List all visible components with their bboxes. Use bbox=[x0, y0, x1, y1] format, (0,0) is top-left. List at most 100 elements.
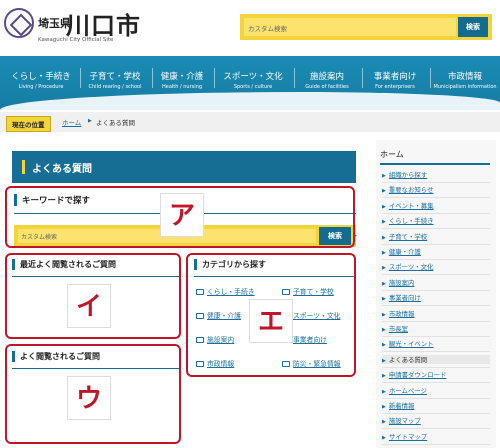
nav-item-label: 事業者向け bbox=[373, 72, 417, 82]
nav-item-living[interactable]: くらし・手続き Living / Procedure bbox=[6, 70, 76, 90]
sidebar-item[interactable]: ▶ サイトマップ bbox=[382, 432, 427, 441]
breadcrumb-label: 現在の位置 bbox=[6, 116, 51, 132]
sidebar-divider bbox=[382, 382, 490, 384]
annotation-label-a: ア bbox=[160, 193, 204, 237]
breadcrumb-home-link[interactable]: ホーム bbox=[62, 117, 81, 127]
city-emblem-icon[interactable] bbox=[4, 8, 34, 38]
sidebar-item-label: 施設案内 bbox=[388, 278, 415, 287]
sidebar-item[interactable]: ▶ 組織から探す bbox=[382, 170, 427, 179]
chevron-right-icon: ▶ bbox=[382, 342, 386, 349]
nav-item-sublabel: Guide of facilities bbox=[305, 84, 349, 90]
chevron-right-icon: ▶ bbox=[382, 265, 386, 272]
nav-item-municipal[interactable]: 市政情報 Municipalism information bbox=[432, 70, 498, 90]
sidebar-item[interactable]: ▶ 申請書ダウンロード bbox=[382, 370, 446, 379]
sidebar-item-label: 組織から探す bbox=[388, 171, 428, 179]
page-title: よくある質問 bbox=[12, 151, 356, 183]
chevron-right-icon: ▶ bbox=[382, 373, 386, 380]
sidebar-item-label: 健康・介護 bbox=[388, 248, 421, 256]
sidebar-item[interactable]: ▶ 健康・介護 bbox=[382, 247, 421, 256]
logo-city-name[interactable]: 川口市 bbox=[66, 6, 141, 41]
breadcrumb-current: よくある質問 bbox=[96, 119, 135, 127]
chevron-right-icon: ▶ bbox=[382, 280, 386, 287]
nav-item-label: 子育て・学校 bbox=[89, 72, 141, 82]
sidebar-item-label: イベント・募集 bbox=[388, 201, 434, 210]
chevron-right-icon: ▶ bbox=[382, 388, 386, 395]
annotation-label-e: エ bbox=[249, 299, 293, 343]
sidebar-divider bbox=[382, 397, 490, 399]
nav-item-sublabel: For enterprisers bbox=[375, 84, 415, 90]
sidebar-item-label: 市長室 bbox=[388, 325, 409, 333]
sidebar-divider bbox=[382, 320, 490, 322]
nav-item-health[interactable]: 健康・介護 Health / nursing bbox=[154, 70, 210, 90]
chevron-right-icon: ▶ bbox=[382, 434, 386, 441]
sidebar-item[interactable]: ▶ イベント・募集 bbox=[382, 201, 434, 210]
nav-divider bbox=[362, 68, 363, 88]
sidebar-divider bbox=[382, 351, 490, 353]
nav-item-sports[interactable]: スポーツ・文化 Sports / culture bbox=[216, 70, 290, 90]
sidebar-item[interactable]: ▶ スポーツ・文化 bbox=[382, 262, 433, 271]
sidebar-divider bbox=[382, 336, 490, 337]
sidebar-divider bbox=[382, 243, 490, 245]
sidebar-item-label: 施設マップ bbox=[388, 417, 421, 426]
sidebar-divider bbox=[382, 274, 490, 276]
nav-divider bbox=[294, 68, 295, 88]
sidebar-item-label: 新着情報 bbox=[388, 402, 415, 410]
chevron-right-icon: ▶ bbox=[382, 250, 386, 256]
nav-item-childcare[interactable]: 子育て・学校 Child rearing / school bbox=[82, 70, 148, 90]
chevron-right-icon: ▶ bbox=[382, 296, 386, 303]
site-header: 埼玉県 川口市 Kawaguchi City Official Site カスタ… bbox=[0, 0, 500, 56]
sidebar-item-label: サイトマップ bbox=[388, 432, 428, 441]
sidebar-item[interactable]: ▶ 市長室 bbox=[382, 324, 408, 333]
chevron-right-icon: ▶ bbox=[382, 357, 386, 364]
sidebar-item-label: くらし・手続き bbox=[388, 217, 434, 226]
nav-item-label: くらし・手続き bbox=[11, 72, 71, 82]
sidebar-divider bbox=[382, 259, 490, 260]
nav-divider bbox=[80, 68, 81, 88]
header-search-button[interactable]: 検索 bbox=[458, 17, 488, 37]
chevron-right-icon: ▶ bbox=[382, 219, 386, 226]
header-search: カスタム検索 検索 bbox=[240, 14, 492, 40]
sidebar-item-label: 重要なお知らせ bbox=[388, 186, 434, 195]
sidebar-item[interactable]: ▶ 市政情報 bbox=[382, 309, 414, 318]
sidebar-item[interactable]: ▶ 施設マップ bbox=[382, 416, 421, 425]
page-title-text: よくある質問 bbox=[32, 164, 92, 175]
sidebar-item-label: スポーツ・文化 bbox=[388, 263, 434, 272]
sidebar-item[interactable]: ▶ よくある質問 bbox=[382, 354, 490, 364]
sidebar-divider bbox=[382, 212, 490, 214]
nav-item-label: 市政情報 bbox=[447, 72, 482, 82]
sidebar-divider bbox=[382, 443, 490, 445]
nav-divider bbox=[214, 68, 215, 88]
nav-item-sublabel: Living / Procedure bbox=[18, 84, 64, 90]
nav-item-sublabel: Municipalism information bbox=[433, 84, 497, 90]
annotation-label-u: ウ bbox=[67, 376, 111, 420]
nav-divider bbox=[430, 68, 431, 88]
sidebar-divider bbox=[382, 197, 490, 199]
sidebar-title: ホーム bbox=[380, 150, 404, 159]
chevron-right-icon: ▶ bbox=[382, 188, 386, 195]
annotation-label-i: イ bbox=[67, 284, 111, 328]
sidebar-item[interactable]: ▶ 施設案内 bbox=[382, 278, 414, 287]
chevron-right-icon: ▶ bbox=[382, 234, 386, 241]
nav-item-sublabel: Sports / culture bbox=[233, 84, 273, 90]
sidebar-item-label: 事業者向け bbox=[388, 294, 421, 303]
sidebar-item[interactable]: ▶ くらし・手続き bbox=[382, 216, 434, 225]
sidebar-item[interactable]: ▶ 重要なお知らせ bbox=[382, 185, 433, 194]
header-search-input[interactable]: カスタム検索 bbox=[244, 18, 456, 36]
sidebar-item[interactable]: ▶ 事業者向け bbox=[382, 293, 421, 302]
sidebar-divider bbox=[382, 413, 490, 414]
nav-item-label: スポーツ・文化 bbox=[223, 72, 283, 82]
sidebar-divider bbox=[382, 289, 490, 291]
sidebar-item-label: 申請書ダウンロード bbox=[388, 371, 447, 380]
nav-divider bbox=[152, 68, 153, 88]
sidebar-item[interactable]: ▶ 新着情報 bbox=[382, 401, 414, 410]
sidebar-item[interactable]: ▶ 観光・イベント bbox=[382, 339, 434, 348]
chevron-right-icon: ▶ bbox=[382, 173, 386, 179]
nav-item-business[interactable]: 事業者向け For enterprisers bbox=[364, 70, 426, 90]
heading-accent-bar bbox=[22, 160, 25, 174]
sidebar-item-label: ホームページ bbox=[388, 386, 427, 395]
nav-item-facilities[interactable]: 施設案内 Guide of facilities bbox=[296, 70, 358, 90]
nav-item-label: 施設案内 bbox=[309, 72, 344, 82]
sidebar-item[interactable]: ▶ 子育て・学校 bbox=[382, 232, 427, 241]
nav-item-label: 健康・介護 bbox=[160, 72, 204, 82]
sidebar-item[interactable]: ▶ ホームページ bbox=[382, 386, 427, 395]
